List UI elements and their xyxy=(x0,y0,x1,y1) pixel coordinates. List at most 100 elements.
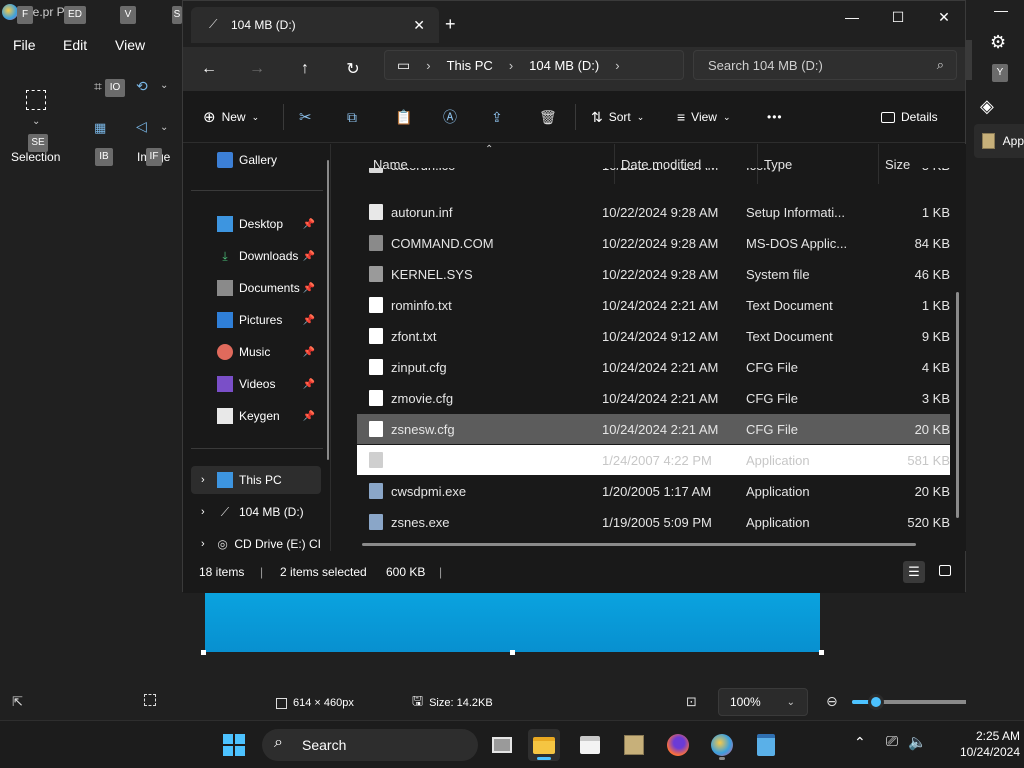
settings-gear-icon[interactable]: ⚙ xyxy=(990,32,1006,53)
store-icon[interactable] xyxy=(574,729,606,761)
resize-icon[interactable]: ▦ xyxy=(94,120,106,136)
breadcrumb-separator-icon[interactable]: › xyxy=(509,58,513,73)
menu-edit[interactable]: Edit xyxy=(63,37,87,53)
file-row[interactable]: KERNEL.SYS 10/22/2024 9:28 AM System file 4… xyxy=(357,259,950,289)
details-view-toggle-icon[interactable]: ☰ xyxy=(903,561,925,583)
nav-item-videos[interactable]: Videos 📌 xyxy=(191,370,321,398)
forward-arrow-icon[interactable]: → xyxy=(243,55,271,83)
file-row[interactable]: zsnesw.cfg 10/24/2024 2:21 AM CFG File 20 K… xyxy=(357,414,950,444)
file-row[interactable]: COMMAND.COM 10/22/2024 9:28 AM MS-DOS Appl… xyxy=(357,228,950,258)
file-row[interactable]: autorun.ico 10/22/2024 9:28 AM Icon 5 KB xyxy=(357,168,950,182)
minimize-icon[interactable]: — xyxy=(994,2,1008,18)
volume-icon[interactable]: 🔈 xyxy=(908,733,927,751)
nav-item-desktop[interactable]: Desktop 📌 xyxy=(191,210,321,238)
file-explorer-taskbar-icon[interactable] xyxy=(528,729,560,761)
rotate-icon[interactable]: ⟲ xyxy=(136,78,148,95)
new-button[interactable]: ⊕ New ⌄ xyxy=(203,105,259,129)
expand-chevron-icon[interactable]: › xyxy=(201,538,205,550)
chevron-down-icon[interactable]: ⌄ xyxy=(160,122,168,133)
nav-item-cd-drive[interactable]: › ◎ CD Drive (E:) CI xyxy=(191,530,321,551)
nav-item-this-pc[interactable]: › This PC xyxy=(191,466,321,494)
package-icon[interactable] xyxy=(618,729,650,761)
search-input[interactable]: Search 104 MB (D:) ⌕ xyxy=(693,50,957,80)
breadcrumb-this-pc[interactable]: This PC xyxy=(447,58,493,73)
pin-icon: 📌 xyxy=(302,410,315,422)
canvas-image[interactable] xyxy=(205,592,820,652)
new-tab-icon[interactable]: + xyxy=(445,14,456,35)
tab-drive-d[interactable]: ⟋ 104 MB (D:) ✕ xyxy=(191,7,439,43)
expand-chevron-icon[interactable]: › xyxy=(201,506,205,518)
nav-item-music[interactable]: Music 📌 xyxy=(191,338,321,366)
notepad-icon[interactable] xyxy=(750,729,782,761)
nav-item-keygen[interactable]: Keygen 📌 xyxy=(191,402,321,430)
minimize-button[interactable]: — xyxy=(829,1,875,33)
nav-scrollbar[interactable] xyxy=(327,160,329,460)
file-row[interactable]: autorun.inf 10/22/2024 9:28 AM Setup Infor… xyxy=(357,197,950,227)
view-button[interactable]: ≡ View ⌄ xyxy=(677,105,731,129)
crop-icon[interactable]: ⌗ xyxy=(94,78,102,95)
close-tab-icon[interactable]: ✕ xyxy=(413,17,425,34)
file-row[interactable]: cwsdpmi.exe 1/20/2005 1:17 AM Application 2… xyxy=(357,476,950,506)
file-row[interactable]: zinput.cfg 10/24/2024 2:21 AM CFG File 4 KB xyxy=(357,352,950,382)
nav-item-documents[interactable]: Documents 📌 xyxy=(191,274,321,302)
resize-handle[interactable] xyxy=(201,650,206,655)
menu-view[interactable]: View xyxy=(115,37,145,53)
nav-item-pictures[interactable]: Pictures 📌 xyxy=(191,306,321,334)
selected-count: 2 items selected xyxy=(280,565,367,579)
task-view-icon[interactable] xyxy=(486,729,518,761)
fit-to-window-icon[interactable]: ⊡ xyxy=(686,694,697,710)
firefox-icon[interactable] xyxy=(662,729,694,761)
nav-item-drive-d[interactable]: › ⟋ 104 MB (D:) xyxy=(191,498,321,526)
breadcrumb-drive-d[interactable]: 104 MB (D:) xyxy=(529,58,599,73)
breadcrumb-separator-icon[interactable]: › xyxy=(615,58,619,73)
file-row[interactable]: zsnes.exe 1/19/2005 5:09 PM Application 520… xyxy=(357,507,950,537)
keytip-io: IO xyxy=(105,79,125,97)
nav-item-downloads[interactable]: ⤓ Downloads 📌 xyxy=(191,242,321,270)
file-row[interactable]: 1/24/2007 4:22 PM Application 581 KB xyxy=(357,445,950,475)
more-options-button[interactable]: ••• xyxy=(767,105,783,129)
close-button[interactable]: ✕ xyxy=(921,1,967,33)
tiles-view-toggle-icon[interactable] xyxy=(939,565,951,576)
nav-item-gallery[interactable]: Gallery xyxy=(191,146,321,174)
breadcrumb[interactable]: ▭ › This PC › 104 MB (D:) › xyxy=(384,50,684,80)
menu-file[interactable]: File xyxy=(13,37,36,53)
flip-icon[interactable]: ◁ xyxy=(136,118,147,135)
details-pane-button[interactable]: Details xyxy=(881,105,938,129)
up-arrow-icon[interactable]: ↑ xyxy=(291,55,319,83)
file-row[interactable]: zmovie.cfg 10/24/2024 2:21 AM CFG File 3 KB xyxy=(357,383,950,413)
taskbar-search[interactable]: ⌕ Search xyxy=(262,729,478,761)
resize-handle[interactable] xyxy=(819,650,824,655)
resize-handle[interactable] xyxy=(510,650,515,655)
horizontal-scrollbar[interactable] xyxy=(362,543,916,546)
sort-button[interactable]: ⇅ Sort ⌄ xyxy=(591,105,644,129)
delete-icon[interactable]: 🗑 xyxy=(539,105,557,129)
share-icon[interactable]: ⇪ xyxy=(491,105,503,129)
breadcrumb-separator-icon[interactable]: › xyxy=(426,58,430,73)
layers-icon[interactable]: ◈ xyxy=(980,96,994,117)
clock[interactable]: 2:25 AM 10/24/2024 xyxy=(936,728,1020,760)
chevron-down-icon[interactable]: ⌄ xyxy=(160,80,168,91)
back-arrow-icon[interactable]: ← xyxy=(195,55,223,83)
zoom-select[interactable]: 100% ⌄ xyxy=(718,688,808,716)
selection-tool-button[interactable]: ⌄ SE Selection xyxy=(10,80,62,164)
refresh-icon[interactable]: ↻ xyxy=(339,55,367,83)
start-windows-icon[interactable] xyxy=(218,729,250,761)
zoom-out-icon[interactable]: ⊖ xyxy=(826,693,838,710)
copy-icon[interactable]: ⧉ xyxy=(347,105,357,129)
cut-icon[interactable]: ✂ xyxy=(299,105,312,129)
paste-icon[interactable]: 📋 xyxy=(395,105,412,129)
show-hidden-icons-icon[interactable]: ⌃ xyxy=(854,734,866,751)
maximize-button[interactable]: ☐ xyxy=(875,1,921,33)
rename-icon[interactable]: Ⓐ xyxy=(443,105,457,129)
vertical-scrollbar[interactable] xyxy=(956,292,959,518)
chevron-down-icon: ⌄ xyxy=(32,116,41,127)
file-name: COMMAND.COM xyxy=(391,235,494,251)
zoom-slider[interactable] xyxy=(852,694,968,710)
expand-chevron-icon[interactable]: › xyxy=(201,474,205,486)
app-panel[interactable]: App xyxy=(974,124,1024,158)
file-row[interactable]: rominfo.txt 10/24/2024 2:21 AM Text Docume… xyxy=(357,290,950,320)
zoom-slider-thumb[interactable] xyxy=(868,694,884,710)
network-icon[interactable]: ⎚ xyxy=(886,733,898,750)
paint-taskbar-icon[interactable] xyxy=(706,729,738,761)
file-row[interactable]: zfont.txt 10/24/2024 9:12 AM Text Document… xyxy=(357,321,950,351)
